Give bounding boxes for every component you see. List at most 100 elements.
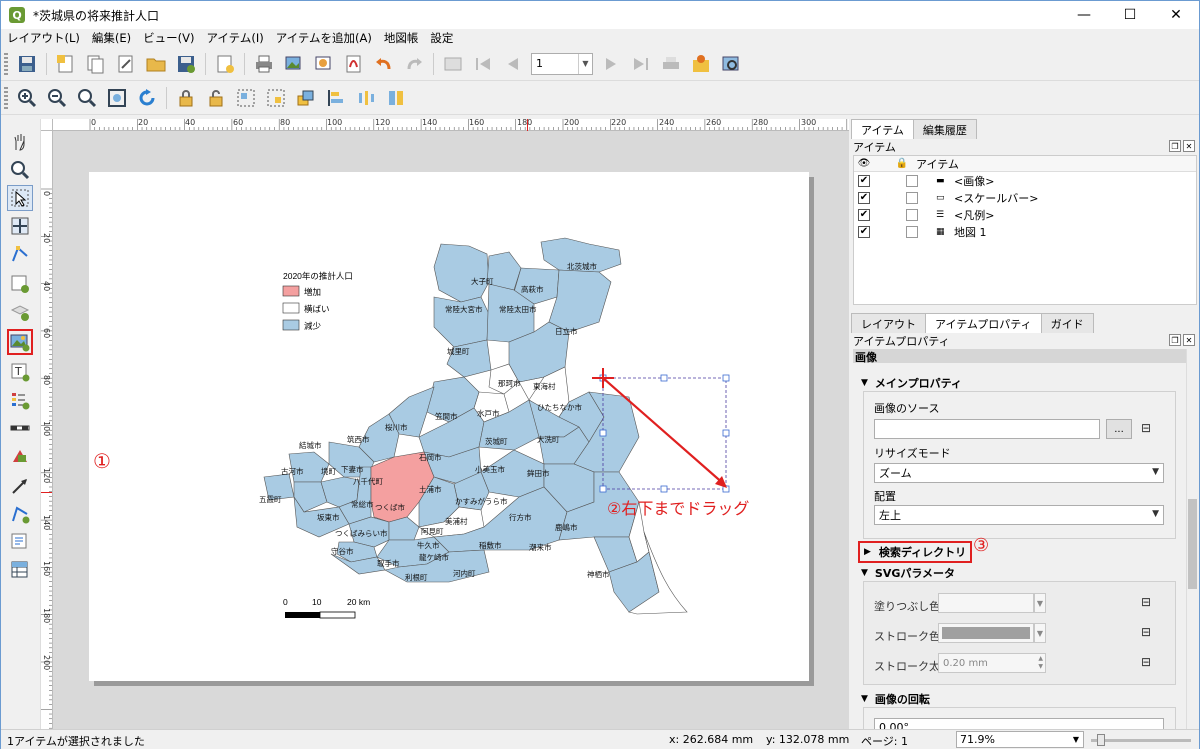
add-map-icon[interactable] [7,271,33,297]
item-row-map[interactable]: ✔ ▦ 地図 1 [854,223,1196,240]
menu-atlas[interactable]: 地図帳 [378,30,425,46]
align-items-icon[interactable] [324,86,348,110]
fill-color-button[interactable] [938,593,1034,613]
add-legend-icon[interactable] [7,387,33,413]
item-row-picture[interactable]: ✔ ▬ <画像> [854,172,1196,189]
maximize-button[interactable]: ☐ [1107,1,1153,29]
visibility-checkbox[interactable]: ✔ [858,191,870,204]
add-label-icon[interactable]: T [7,359,33,385]
add-pages-icon[interactable] [213,52,237,76]
float-icon[interactable]: ❐ [1169,334,1181,346]
zoom-slider-handle[interactable] [1097,734,1105,746]
save-icon[interactable] [15,52,39,76]
edit-nodes-icon[interactable] [7,241,33,267]
visibility-checkbox[interactable]: ✔ [858,225,870,238]
pan-icon[interactable] [7,129,33,155]
select-move-icon[interactable] [7,185,33,211]
close-icon[interactable]: ✕ [1183,140,1195,152]
add-shape-icon[interactable] [7,443,33,469]
open-folder-icon[interactable] [144,52,168,76]
tab-guides[interactable]: ガイド [1040,313,1094,333]
chevron-down-icon[interactable]: ▼ [578,53,592,74]
zoom-slider[interactable] [1091,734,1191,746]
export-svg-icon[interactable] [312,52,336,76]
items-tree[interactable]: 👁 🔒 アイテム ✔ ▬ <画像> ✔ ▭ <スケールバー> ✔ ☰ <凡例> [853,155,1197,305]
chevron-down-icon[interactable]: ▼ [1034,593,1046,613]
svg-parameters-section[interactable]: ▼ SVGパラメータ [861,565,955,581]
menu-layout[interactable]: レイアウト(L) [1,30,86,46]
add-scalebar-icon[interactable] [7,415,33,441]
lock-checkbox[interactable] [906,191,918,204]
image-source-input[interactable] [874,419,1100,439]
close-icon[interactable]: ✕ [1183,334,1195,346]
stroke-width-spinbox[interactable]: 0.20 mm ▲ ▼ [938,653,1046,673]
lock-checkbox[interactable] [906,225,918,238]
lock-checkbox[interactable] [906,174,918,187]
stroke-color-button[interactable] [938,623,1034,643]
tab-undo-history[interactable]: 編集履歴 [912,119,977,139]
print-icon[interactable] [252,52,276,76]
new-layout-icon[interactable] [54,52,78,76]
unlock-items-icon[interactable] [204,86,228,110]
layout-manager-icon[interactable] [114,52,138,76]
vertical-ruler[interactable]: 0 20 40 60 80 100 120 140 160 180 200 [41,131,53,729]
resize-items-icon[interactable] [384,86,408,110]
menu-items[interactable]: アイテム(I) [200,30,269,46]
close-button[interactable]: ✕ [1153,1,1199,29]
minimize-button[interactable]: — [1061,1,1107,29]
item-row-legend[interactable]: ✔ ☰ <凡例> [854,206,1196,223]
visibility-checkbox[interactable]: ✔ [858,174,870,187]
toolbar-grip[interactable] [4,86,8,109]
add-html-icon[interactable] [7,529,33,555]
add-3d-map-icon[interactable] [7,299,33,325]
ungroup-items-icon[interactable] [264,86,288,110]
export-pdf-icon[interactable] [342,52,366,76]
placement-select[interactable]: 左上 ▼ [874,505,1164,525]
menu-settings[interactable]: 設定 [424,30,459,46]
layout-canvas[interactable]: 0 20 40 60 80 100 120 140 160 180 200 22… [41,119,849,729]
lock-items-icon[interactable] [174,86,198,110]
chevron-down-icon[interactable]: ▼ [1034,623,1046,643]
data-defined-override-icon[interactable]: ⊟ [1141,595,1151,609]
export-atlas-icon[interactable] [689,52,713,76]
zoom-tool-icon[interactable] [7,157,33,183]
layout-viewport[interactable]: 北茨城市 大子町 高萩市 常陸大宮市 常陸太田市 日立市 城里町 那珂市 東海村 ひたちなか市 水戸… [53,131,849,729]
save-as-template-icon[interactable] [174,52,198,76]
lock-checkbox[interactable] [906,208,918,221]
properties-scroll-area[interactable]: 画像 ▼ メインプロパティ 画像のソース ... ⊟ リサイズモード ズーム ▼ 配… [853,349,1197,729]
atlas-page-spinbox[interactable]: 1 ▼ [531,52,593,75]
add-arrow-icon[interactable] [7,473,33,499]
tab-layout[interactable]: レイアウト [851,313,926,333]
atlas-settings-icon[interactable] [719,52,743,76]
menu-edit[interactable]: 編集(E) [86,30,137,46]
group-items-icon[interactable] [234,86,258,110]
map-item[interactable]: 北茨城市大子町高萩市常陸大宮市 常陸太田市日立市城里町那珂市 東海村ひたちなか市水戸… [89,172,809,681]
legend-item[interactable]: 2020年の推計人口 増加 横ばい 減少 [282,271,353,331]
refresh-icon[interactable] [135,86,159,110]
menu-add-item[interactable]: アイテムを追加(A) [270,30,378,46]
horizontal-ruler[interactable]: 0 20 40 60 80 100 120 140 160 180 200 22… [53,119,849,131]
raise-items-icon[interactable] [294,86,318,110]
visibility-checkbox[interactable]: ✔ [858,208,870,221]
move-content-icon[interactable] [7,213,33,239]
data-defined-override-icon[interactable]: ⊟ [1141,655,1151,669]
layout-page[interactable]: 北茨城市 大子町 高萩市 常陸大宮市 常陸太田市 日立市 城里町 那珂市 東海村 ひたちなか市 水戸… [89,172,809,681]
main-properties-section[interactable]: ▼ メインプロパティ [861,375,962,391]
add-nodes-icon[interactable] [7,501,33,527]
zoom-in-icon[interactable] [15,86,39,110]
scalebar-item[interactable]: 0 10 20 km [283,597,370,619]
spin-arrows-icon[interactable]: ▲ ▼ [1038,655,1043,671]
float-icon[interactable]: ❐ [1169,140,1181,152]
rotation-spinbox[interactable]: 0.00° [874,718,1164,729]
image-rotation-section[interactable]: ▼ 画像の回転 [861,691,930,707]
data-defined-override-icon[interactable]: ⊟ [1141,625,1151,639]
properties-scrollbar[interactable] [1186,349,1197,729]
undo-icon[interactable] [372,52,396,76]
distribute-items-icon[interactable] [354,86,378,110]
resize-mode-select[interactable]: ズーム ▼ [874,463,1164,483]
tab-item-properties[interactable]: アイテムプロパティ [925,313,1042,333]
tab-items[interactable]: アイテム [851,119,914,139]
zoom-actual-icon[interactable] [75,86,99,110]
browse-button[interactable]: ... [1106,419,1132,439]
menu-view[interactable]: ビュー(V) [137,30,200,46]
